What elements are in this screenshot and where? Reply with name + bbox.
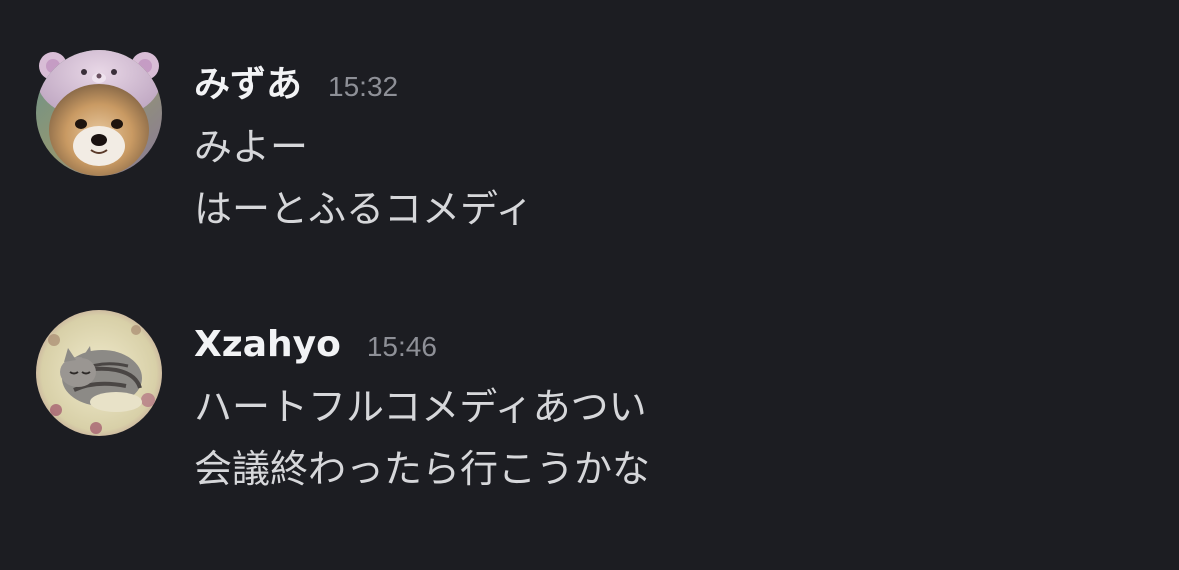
user-avatar[interactable] [36, 50, 162, 176]
sleeping-cat-icon [36, 310, 162, 436]
chat-message-list: みずあ 15:32 みよー はーとふるコメディ Xzahyo 15:46 ハート… [0, 0, 1179, 570]
message-header: みずあ 15:32 [194, 60, 398, 110]
message-line: みよー [194, 125, 309, 169]
timestamp: 15:46 [366, 331, 437, 362]
timestamp: 15:32 [328, 71, 399, 102]
message-line: 会議終わったら行こうかな [194, 447, 651, 491]
message-line: はーとふるコメディ [194, 187, 534, 231]
message-content: みよー はーとふるコメディ [194, 116, 533, 240]
username[interactable]: みずあ [194, 60, 302, 110]
message-line: ハートフルコメディあつい [194, 385, 647, 429]
message-header: Xzahyo 15:46 [194, 320, 437, 370]
username[interactable]: Xzahyo [194, 320, 341, 370]
user-avatar[interactable] [36, 310, 162, 436]
message-content: ハートフルコメディあつい 会議終わったら行こうかな [194, 376, 650, 500]
shiba-dog-bear-hood-icon [36, 50, 162, 176]
